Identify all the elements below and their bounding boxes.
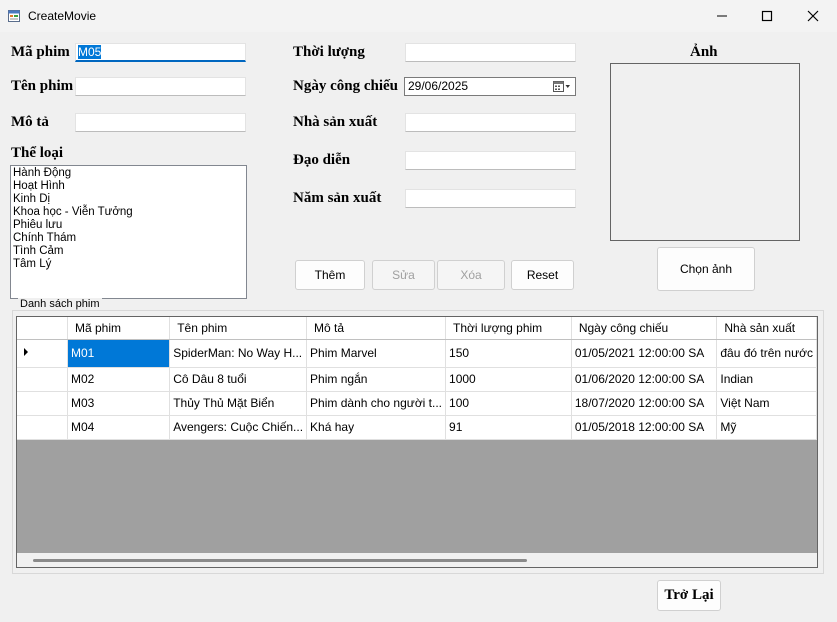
list-item[interactable]: Hoạt Hình [13, 180, 244, 193]
xoa-button[interactable]: Xóa [437, 260, 505, 290]
column-header[interactable]: Nhà sản xuất [716, 317, 817, 340]
table-cell[interactable]: Khá hay [306, 415, 447, 440]
nam-san-xuat-label: Năm sản xuất [293, 190, 382, 206]
minimize-icon [717, 15, 727, 17]
table-cell[interactable]: M01 [67, 339, 171, 368]
column-header[interactable]: Mã phim [67, 317, 171, 340]
calendar-dropdown-icon[interactable] [553, 80, 571, 93]
chon-anh-button[interactable]: Chọn ảnh [657, 247, 755, 291]
current-row-arrow-icon [24, 347, 28, 356]
table-cell[interactable]: Indian [716, 367, 817, 392]
thoi-luong-input[interactable] [405, 43, 576, 62]
table-cell[interactable]: Việt Nam [716, 391, 817, 416]
table-row[interactable]: M01 SpiderMan: No Way H... Phim Marvel 1… [17, 339, 817, 368]
list-item[interactable]: Hành Động [13, 167, 244, 180]
ma-phim-input[interactable]: M05 [75, 43, 246, 62]
row-header[interactable] [17, 339, 68, 368]
list-item[interactable]: Phiêu lưu [13, 219, 244, 232]
table-cell[interactable]: 1000 [445, 367, 572, 392]
dao-dien-label: Đạo diễn [293, 152, 351, 168]
table-row[interactable]: M04 Avengers: Cuộc Chiến... Khá hay 91 0… [17, 415, 817, 440]
table-cell[interactable]: Phim Marvel [306, 339, 447, 368]
column-header[interactable]: Thời lượng phim [445, 317, 572, 340]
table-cell[interactable]: 01/06/2020 12:00:00 SA [571, 367, 718, 392]
column-header[interactable]: Tên phim [169, 317, 308, 340]
table-cell[interactable]: 18/07/2020 12:00:00 SA [571, 391, 718, 416]
close-icon [807, 10, 819, 22]
table-cell[interactable]: Avengers: Cuộc Chiến... [169, 415, 308, 440]
maximize-icon [761, 10, 773, 22]
minimize-button[interactable] [699, 0, 745, 32]
title-bar: CreateMovie [0, 0, 837, 32]
ngay-cong-chieu-datepicker[interactable]: 29/06/2025 [404, 77, 576, 96]
ma-phim-value: M05 [78, 45, 102, 59]
table-cell[interactable]: Mỹ [716, 415, 817, 440]
table-cell[interactable]: Thủy Thủ Mặt Biển [169, 391, 308, 416]
close-button[interactable] [790, 0, 836, 32]
anh-label: Ảnh [690, 44, 718, 60]
ngay-cong-chieu-value: 29/06/2025 [408, 79, 469, 93]
tro-lai-button[interactable]: Trở Lại [657, 580, 721, 611]
table-cell[interactable]: Phim dành cho người t... [306, 391, 447, 416]
anh-picturebox [610, 63, 800, 241]
table-row[interactable]: M02 Cô Dâu 8 tuổi Phim ngắn 1000 01/06/2… [17, 367, 817, 392]
movies-table: Mã phim Tên phim Mô tả Thời lượng phim N… [17, 317, 817, 440]
column-header[interactable]: Mô tả [306, 317, 447, 340]
list-item[interactable]: Khoa học - Viễn Tưởng [13, 206, 244, 219]
list-item[interactable]: Kinh Dị [13, 193, 244, 206]
list-item[interactable]: Tâm Lý [13, 258, 244, 271]
scrollbar-thumb[interactable] [33, 559, 527, 562]
them-button[interactable]: Thêm [295, 260, 365, 290]
list-item[interactable]: Tình Cảm [13, 245, 244, 258]
row-header[interactable] [17, 415, 68, 440]
mo-ta-label: Mô tả [11, 114, 49, 130]
table-cell[interactable]: đâu đó trên nước [716, 339, 817, 368]
table-cell[interactable]: M02 [67, 367, 171, 392]
app-form-icon [8, 10, 20, 22]
table-cell[interactable]: 01/05/2021 12:00:00 SA [571, 339, 718, 368]
table-cell[interactable]: SpiderMan: No Way H... [169, 339, 308, 368]
ten-phim-input[interactable] [75, 77, 246, 96]
table-cell[interactable]: M03 [67, 391, 171, 416]
movies-datagrid[interactable]: Mã phim Tên phim Mô tả Thời lượng phim N… [16, 316, 818, 568]
reset-button[interactable]: Reset [511, 260, 574, 290]
the-loai-label: Thể loại [11, 145, 64, 161]
ngay-cong-chieu-label: Ngày công chiếu [293, 78, 398, 94]
row-header[interactable] [17, 367, 68, 392]
maximize-button[interactable] [744, 0, 790, 32]
table-row[interactable]: M03 Thủy Thủ Mặt Biển Phim dành cho ngườ… [17, 391, 817, 416]
thoi-luong-label: Thời lượng [293, 44, 365, 60]
corner-header [17, 317, 68, 340]
table-cell[interactable]: Phim ngắn [306, 367, 447, 392]
list-item[interactable]: Chính Thám [13, 232, 244, 245]
mo-ta-input[interactable] [75, 113, 246, 132]
the-loai-listbox[interactable]: Hành Động Hoạt Hình Kinh Dị Khoa học - V… [10, 165, 247, 299]
dao-dien-input[interactable] [405, 151, 576, 170]
table-cell[interactable]: 91 [445, 415, 572, 440]
horizontal-scrollbar[interactable] [17, 553, 817, 567]
table-cell[interactable]: M04 [67, 415, 171, 440]
nha-san-xuat-label: Nhà sản xuất [293, 114, 378, 130]
row-header[interactable] [17, 391, 68, 416]
nha-san-xuat-input[interactable] [405, 113, 576, 132]
table-cell[interactable]: Cô Dâu 8 tuổi [169, 367, 308, 392]
window-title: CreateMovie [28, 9, 97, 23]
nam-san-xuat-input[interactable] [405, 189, 576, 208]
danh-sach-phim-title: Danh sách phim [18, 298, 102, 310]
table-cell[interactable]: 150 [445, 339, 572, 368]
column-header[interactable]: Ngày công chiếu [571, 317, 718, 340]
ma-phim-label: Mã phim [11, 44, 70, 60]
table-cell[interactable]: 01/05/2018 12:00:00 SA [571, 415, 718, 440]
table-cell[interactable]: 100 [445, 391, 572, 416]
sua-button[interactable]: Sửa [372, 260, 435, 290]
ten-phim-label: Tên phim [11, 78, 74, 94]
table-header-row: Mã phim Tên phim Mô tả Thời lượng phim N… [17, 317, 817, 340]
